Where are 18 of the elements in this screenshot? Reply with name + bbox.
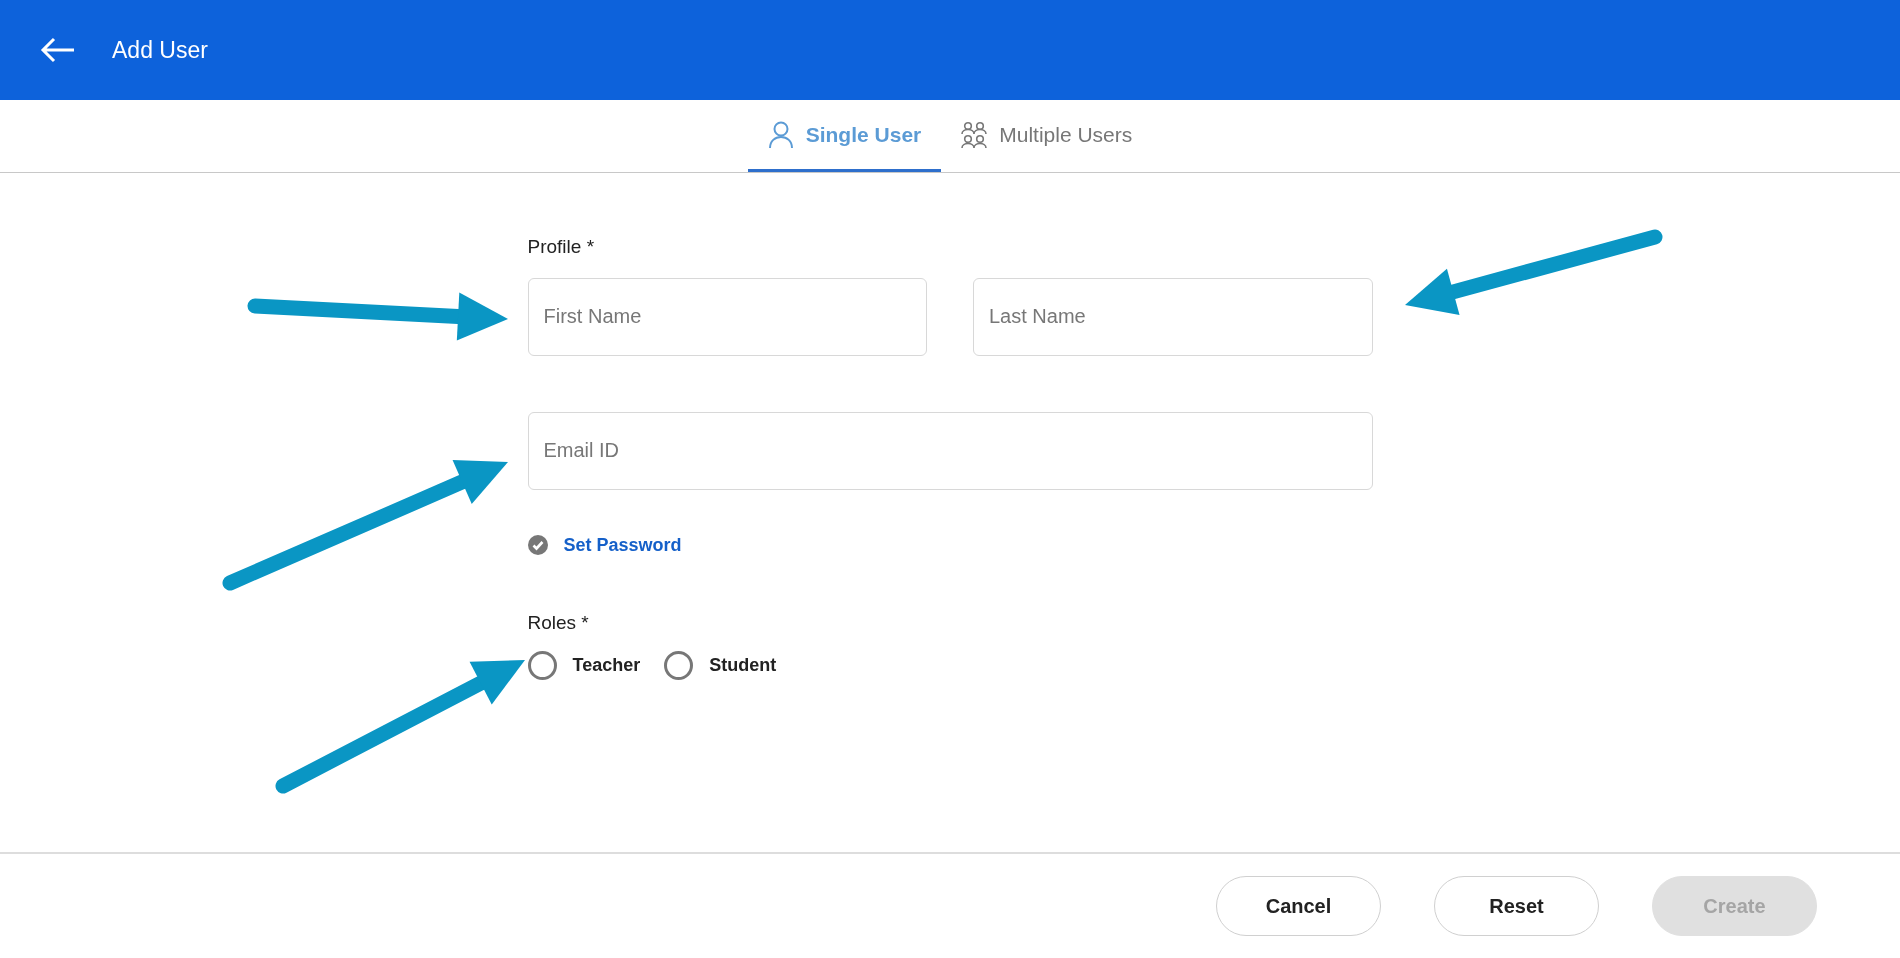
input-field[interactable]: First Name [527, 277, 927, 356]
back-arrow-icon[interactable] [40, 37, 76, 63]
tab[interactable]: Multiple Users [941, 100, 1153, 172]
action-button[interactable]: Cancel [1216, 876, 1381, 936]
check-circle-icon[interactable] [527, 535, 548, 555]
radio-label: Teacher [572, 654, 641, 677]
input-field[interactable]: Last Name [973, 277, 1373, 356]
set-password-link[interactable]: Set Password [563, 531, 682, 559]
people-icon [961, 120, 988, 149]
section-label: Roles * [527, 610, 590, 635]
input-field[interactable]: Email ID [527, 411, 1373, 490]
action-button[interactable]: Reset [1434, 876, 1599, 936]
radio-label: Student [709, 654, 777, 677]
section-label: Profile * [527, 235, 596, 259]
radio-button[interactable] [527, 651, 557, 680]
page-title: Add User [112, 35, 208, 65]
person-icon [767, 120, 794, 149]
radio-button[interactable] [664, 651, 694, 680]
